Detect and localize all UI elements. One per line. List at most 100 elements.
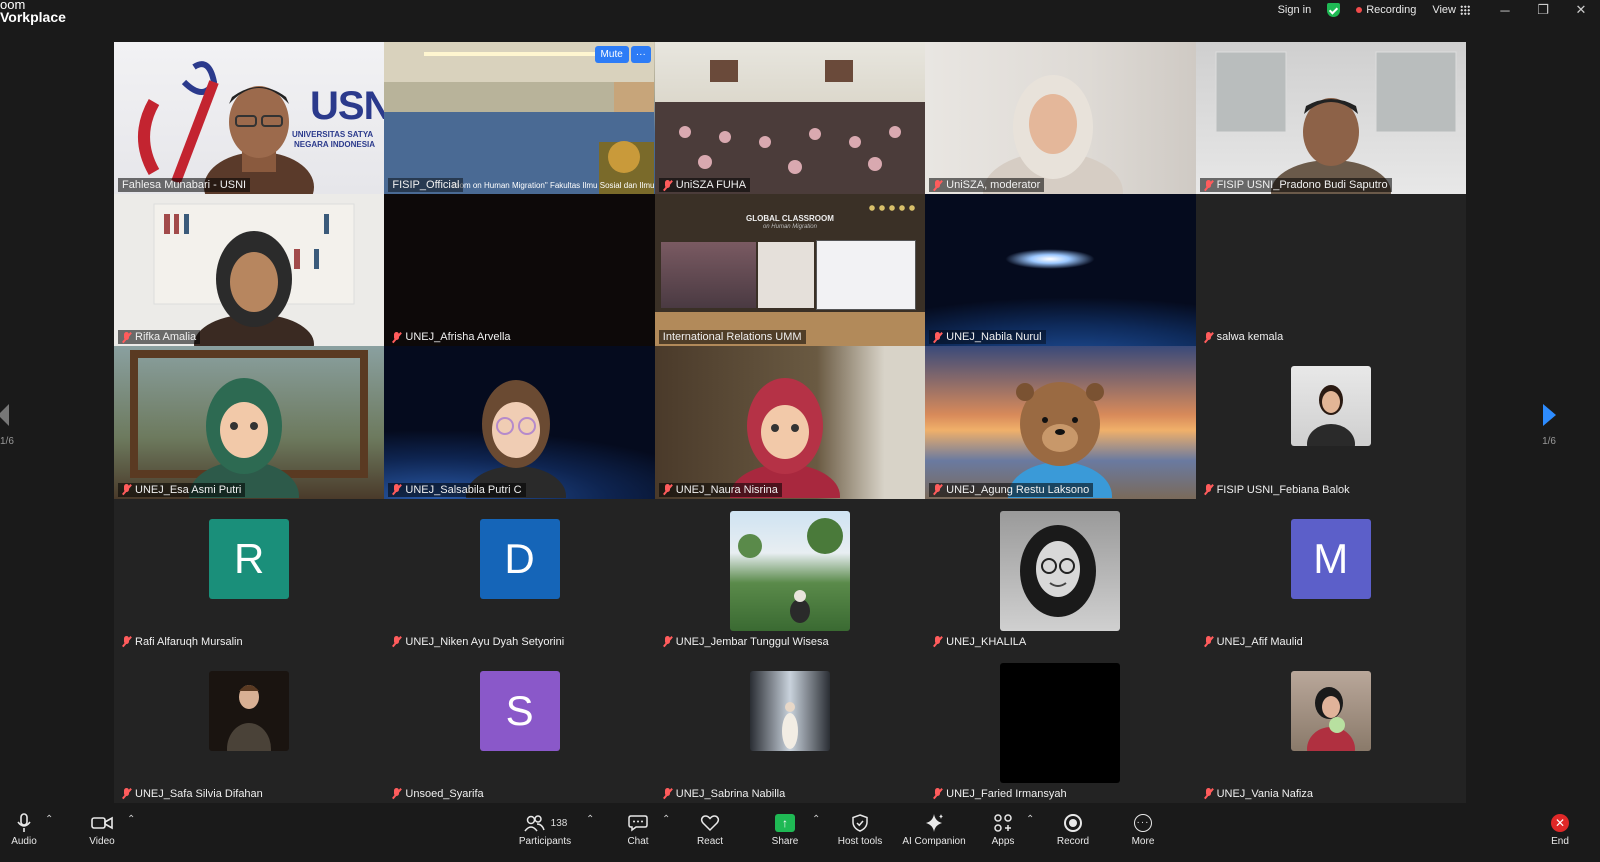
mic-off-icon	[933, 636, 942, 647]
share-options-caret[interactable]: ⌃	[812, 814, 820, 825]
video-tile[interactable]: FISIP USNI_Pradono Budi Saputro	[1195, 42, 1466, 195]
participant-name: UNEJ_Esa Asmi Putri	[135, 483, 242, 496]
usni-logo-sub2: NEGARA INDONESIA	[294, 140, 376, 149]
video-tile[interactable]: room on Human Migration" Fakultas Ilmu S…	[384, 42, 655, 195]
video-tile[interactable]: S Unsoed_Syarifa	[384, 650, 655, 803]
participant-name-label: FISIP USNI_Pradono Budi Saputro	[1199, 178, 1392, 193]
participant-name: Rafi Alfaruqh Mursalin	[135, 635, 243, 648]
video-tile[interactable]: UNEJ_Esa Asmi Putri	[114, 346, 385, 499]
participant-name-label: UNEJ_Vania Nafiza	[1200, 787, 1317, 801]
chat-button[interactable]: Chat	[620, 806, 656, 862]
participant-name-label: UNEJ_Agung Restu Laksono	[929, 482, 1094, 497]
more-button[interactable]: ··· More	[1128, 806, 1158, 862]
profile-photo	[1000, 510, 1121, 631]
page-indicator-right: 1/6	[1542, 436, 1556, 447]
video-tile[interactable]: D UNEJ_Niken Ayu Dyah Setyorini	[384, 498, 655, 651]
video-options-caret[interactable]: ⌃	[127, 814, 135, 825]
chat-options-caret[interactable]: ⌃	[662, 814, 670, 825]
participant-more-button[interactable]: ···	[630, 46, 651, 63]
previous-page-arrow-icon[interactable]	[0, 404, 9, 426]
profile-photo-man	[227, 684, 272, 751]
view-button[interactable]: View	[1432, 4, 1470, 16]
apps-icon	[993, 812, 1013, 834]
video-tile[interactable]: UNEJ_KHALILA	[925, 498, 1196, 651]
zoom-meeting-window: oom Vorkplace Sign in Recording View ─ ❐…	[0, 0, 1600, 862]
participant-name-label: FISIP_Official	[388, 178, 464, 193]
participant-name-label: UNEJ_Safa Silvia Difahan	[118, 787, 267, 801]
record-button[interactable]: Record	[1056, 806, 1090, 862]
avatar-glasses	[466, 380, 567, 499]
profile-photo	[1000, 662, 1121, 783]
video-tile[interactable]: GLOBAL CLASSROOM on Human Migration Inte…	[654, 194, 926, 347]
classroom-video	[654, 42, 926, 195]
encryption-status[interactable]	[1327, 3, 1341, 17]
video-tile[interactable]: UNEJ_Jembar Tunggul Wisesa	[654, 498, 926, 651]
video-tile[interactable]: Rifka Amalia	[114, 194, 385, 347]
video-tile[interactable]: USNI UNIVERSITAS SATYA NEGARA INDONESIA …	[114, 42, 385, 195]
minimize-button[interactable]: ─	[1486, 3, 1524, 18]
title-bar: oom Vorkplace Sign in Recording View ─ ❐…	[0, 0, 1600, 36]
recording-indicator[interactable]: Recording	[1356, 4, 1416, 16]
participant-name: Unsoed_Syarifa	[405, 787, 484, 800]
record-icon	[1064, 814, 1082, 832]
slide-video-panel	[757, 242, 814, 309]
video-tile[interactable]: FISIP USNI_Febiana Balok	[1195, 346, 1466, 499]
video-tile[interactable]: UNEJ_Agung Restu Laksono	[925, 346, 1196, 499]
video-tile[interactable]: UNEJ_Faried Irmansyah	[925, 650, 1196, 803]
participants-button[interactable]: 138 Participants	[516, 806, 574, 862]
participant-video-off	[384, 194, 655, 347]
sign-in-link[interactable]: Sign in	[1278, 4, 1312, 16]
brand-line-2: Vorkplace	[0, 9, 66, 25]
profile-photo-window	[781, 701, 798, 749]
video-tile[interactable]: salwa kemala	[1195, 194, 1466, 347]
apps-button[interactable]: Apps	[988, 806, 1018, 862]
bookshelf-scene	[153, 203, 355, 347]
initial-avatar: D	[479, 518, 560, 599]
lecture-caption: room on Human Migration" Fakultas Ilmu S…	[452, 181, 655, 191]
close-button[interactable]: ✕	[1562, 2, 1600, 18]
participant-name: FISIP USNI_Pradono Budi Saputro	[1216, 179, 1388, 192]
chat-bubble-icon	[628, 812, 648, 834]
host-tools-button[interactable]: Host tools	[834, 806, 886, 862]
video-tile[interactable]: UNEJ_Afrisha Arvella	[384, 194, 655, 347]
audio-options-caret[interactable]: ⌃	[45, 814, 53, 825]
video-tile[interactable]: R Rafi Alfaruqh Mursalin	[114, 498, 385, 651]
usni-logo-sub1: UNIVERSITAS SATYA	[292, 130, 374, 139]
react-label: React	[696, 836, 724, 847]
initial-avatar: M	[1290, 518, 1371, 599]
react-button[interactable]: React	[692, 806, 728, 862]
participants-options-caret[interactable]: ⌃	[586, 814, 594, 825]
video-tile[interactable]: UniSZA FUHA	[654, 42, 926, 195]
video-tile[interactable]: M UNEJ_Afif Maulid	[1195, 498, 1466, 651]
audio-label: Audio	[11, 836, 37, 847]
video-tile[interactable]: UNEJ_Sabrina Nabilla	[654, 650, 926, 803]
video-tile[interactable]: UNEJ_Naura Nisrina	[654, 346, 926, 499]
participant-video-off	[1195, 194, 1466, 347]
profile-photo-woman	[1306, 385, 1355, 447]
participant-name-label: UniSZA, moderator	[929, 178, 1045, 193]
participant-name-label: Rafi Alfaruqh Mursalin	[118, 635, 247, 649]
microphone-icon	[17, 812, 31, 834]
apps-options-caret[interactable]: ⌃	[1026, 814, 1034, 825]
mic-off-icon	[1204, 788, 1213, 799]
video-tile[interactable]: UNEJ_Salsabila Putri C	[384, 346, 655, 499]
more-dots-icon: ···	[1134, 814, 1152, 832]
participant-name: UNEJ_Jembar Tunggul Wisesa	[675, 635, 829, 648]
mute-participant-button[interactable]: Mute	[594, 46, 629, 63]
audio-button[interactable]: Audio	[6, 806, 42, 862]
restore-button[interactable]: ❐	[1524, 2, 1562, 18]
video-tile[interactable]: UNEJ_Safa Silvia Difahan	[114, 650, 385, 803]
video-button[interactable]: Video	[84, 806, 120, 862]
participant-name: UNEJ_KHALILA	[946, 635, 1027, 648]
end-label: End	[1551, 836, 1569, 847]
end-meeting-button[interactable]: ✕ End	[1548, 806, 1572, 862]
share-button[interactable]: ↑ Share	[768, 806, 802, 862]
video-camera-icon	[91, 812, 113, 834]
video-tile[interactable]: UNEJ_Vania Nafiza	[1195, 650, 1466, 803]
ai-companion-button[interactable]: AI Companion	[898, 806, 970, 862]
page-indicator-left: 1/6	[0, 436, 14, 447]
video-tile[interactable]: UNEJ_Nabila Nurul	[925, 194, 1196, 347]
avatar-otter	[1008, 382, 1113, 499]
next-page-arrow-icon[interactable]	[1543, 404, 1556, 426]
video-tile[interactable]: UniSZA, moderator	[925, 42, 1196, 195]
